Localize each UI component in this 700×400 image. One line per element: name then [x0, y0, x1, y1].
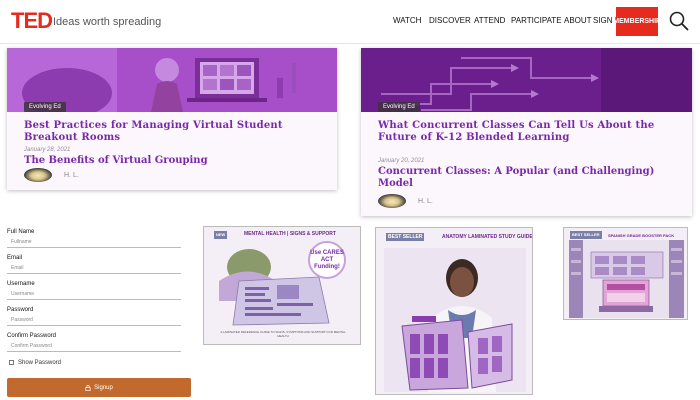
- email-field[interactable]: [7, 262, 181, 274]
- article-subtitle[interactable]: Concurrent Classes: A Popular (and Chall…: [378, 166, 678, 190]
- confirm-password-label: Confirm Password: [7, 333, 57, 339]
- category-tag[interactable]: Evolving Ed: [378, 102, 420, 112]
- article-date: January 28, 2021: [24, 147, 71, 153]
- author-name: H. L.: [418, 198, 433, 205]
- signup-button[interactable]: Signup: [7, 378, 191, 397]
- article-card[interactable]: Evolving Ed What Concurrent Classes Can …: [361, 48, 692, 216]
- product-ad[interactable]: BEST SELLER SPANISH GRADE BOOSTER PACK: [563, 227, 688, 320]
- username-field[interactable]: [7, 288, 181, 300]
- nav-watch[interactable]: WATCH: [393, 16, 421, 26]
- full-name-label: Full Name: [7, 229, 35, 235]
- ad-title: SPANISH GRADE BOOSTER PACK: [608, 233, 675, 238]
- nav-participate[interactable]: PARTICIPATE: [511, 16, 562, 26]
- article-title[interactable]: Best Practices for Managing Virtual Stud…: [24, 120, 324, 144]
- article-card[interactable]: Evolving Ed Best Practices for Managing …: [7, 48, 337, 190]
- top-nav-bar: TED Ideas worth spreading WATCH DISCOVER…: [0, 0, 700, 44]
- page: TED Ideas worth spreading WATCH DISCOVER…: [0, 0, 700, 400]
- signup-label: Signup: [94, 384, 113, 391]
- membership-button[interactable]: MEMBERSHIP: [613, 7, 661, 36]
- product-ad[interactable]: BEST SELLER ANATOMY LAMINATED STUDY GUID…: [375, 227, 533, 395]
- ad-description: A LAMINATED REFERENCE GUIDE TO SIGNS, SY…: [220, 330, 346, 338]
- full-name-field[interactable]: [7, 236, 181, 248]
- author-avatar: [378, 194, 406, 208]
- article-subtitle[interactable]: The Benefits of Virtual Grouping: [24, 155, 324, 167]
- ad-title: ANATOMY LAMINATED STUDY GUIDE: [442, 234, 533, 240]
- product-ad[interactable]: NEW MENTAL HEALTH | SIGNS & SUPPORT Use …: [203, 226, 361, 345]
- cares-act-callout: Use CARES ACT Funding!: [308, 241, 346, 279]
- lock-icon: [85, 384, 91, 391]
- password-field[interactable]: [7, 314, 181, 326]
- password-label: Password: [7, 307, 34, 313]
- article-date: January 20, 2021: [378, 158, 425, 164]
- category-tag[interactable]: Evolving Ed: [24, 102, 66, 112]
- nav-attend[interactable]: ATTEND: [474, 16, 505, 26]
- ted-logo[interactable]: TED: [11, 10, 53, 32]
- best-seller-badge: BEST SELLER: [386, 233, 425, 241]
- search-icon[interactable]: [668, 10, 690, 32]
- confirm-password-field[interactable]: [7, 340, 181, 352]
- show-password-checkbox[interactable]: [9, 360, 14, 365]
- ad-title: MENTAL HEALTH | SIGNS & SUPPORT: [244, 231, 336, 237]
- new-badge: NEW: [214, 231, 228, 239]
- author-name: H. L.: [64, 172, 79, 179]
- author-avatar: [24, 168, 52, 182]
- product-image: [384, 248, 526, 392]
- show-password-label: Show Password: [18, 360, 62, 366]
- nav-discover[interactable]: DISCOVER: [429, 16, 471, 26]
- nav-about[interactable]: ABOUT: [564, 16, 592, 26]
- product-image: [569, 240, 684, 318]
- email-label: Email: [7, 255, 23, 261]
- best-seller-badge: BEST SELLER: [570, 231, 602, 239]
- tagline: Ideas worth spreading: [53, 16, 162, 28]
- username-label: Username: [7, 281, 35, 287]
- article-title[interactable]: What Concurrent Classes Can Tell Us Abou…: [378, 120, 678, 144]
